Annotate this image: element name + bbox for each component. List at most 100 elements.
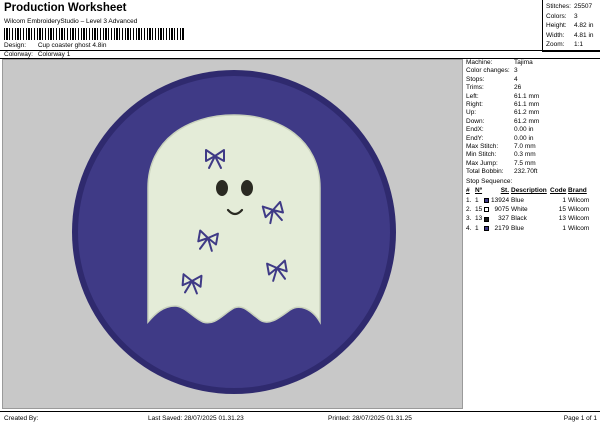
stat-value: 4.81 in [574,31,594,39]
ghost-body [147,114,321,325]
col-header-hash: # [466,187,470,195]
stat-zoom: Zoom: 1:1 [546,40,597,50]
design-line: Design: Cup coaster ghost 4.8in [4,42,106,49]
row-needle: 13 [475,215,483,223]
info-label: Stops: [466,75,485,83]
divider [0,50,600,51]
stat-label: Stitches: [546,3,571,10]
row-stitches: 327 [498,215,509,223]
col-header-code: Code [550,187,567,195]
info-row: EndX: 0.00 in [466,126,598,134]
stop-sequence-row: 4. 1 2179 Blue 1 Wilcom [466,224,598,233]
row-brand: Wilcom [568,224,590,232]
color-swatch [484,197,489,203]
row-index: 1. [466,196,472,204]
info-label: EndY: [466,134,484,142]
info-value: 26 [514,84,522,92]
info-row: Total Bobbin: 232.70ft [466,168,598,176]
colorway-value: Colorway 1 [37,51,71,58]
machine-info-panel: Machine: Tajima Color changes: 3 Stops: 4 T… [466,59,598,233]
col-header-description: Description [511,187,547,195]
info-row: Color changes: 3 [466,67,598,75]
design-label: Design: [4,42,27,49]
info-label: Total Bobbin: [466,168,504,176]
stats-box: Stitches: 25507 Colors: 3 Height: 4.82 in W… [542,0,600,52]
row-code: 1 [562,224,566,232]
row-stitches: 2179 [494,224,509,232]
row-needle: 1 [475,196,479,204]
info-label: Color changes: [466,67,510,75]
info-row: Min Stitch: 0.3 mm [466,151,598,159]
stop-sequence-row: 3. 13 327 Black 13 Wilcom [466,214,598,223]
info-row: Max Stitch: 7.0 mm [466,143,598,151]
color-swatch [484,216,489,222]
color-swatch [484,225,489,231]
row-brand: Wilcom [568,206,590,214]
stat-width: Width: 4.81 in [546,31,597,41]
color-swatch [484,207,489,213]
stop-sequence-header: # Nº St. Description Code Brand [466,186,598,195]
colorway-line: Colorway: Colorway 1 [4,51,70,58]
row-brand: Wilcom [568,215,590,223]
info-value: 0.3 mm [514,151,536,159]
info-row: Machine: Tajima [466,59,598,67]
info-value: 61.2 mm [514,117,540,125]
stat-stitches: Stitches: 25507 [546,2,597,12]
ghost-left-eye [216,180,228,196]
coaster-design [72,70,396,394]
stat-label: Colors: [546,12,567,20]
row-swatch [484,214,491,223]
info-row: Max Jump: 7.5 mm [466,160,598,168]
info-label: EndX: [466,126,484,134]
page-number: Page 1 of 1 [563,415,597,422]
info-label: Up: [466,109,477,117]
info-value: 0.00 in [514,134,534,142]
row-code: 13 [558,215,566,223]
info-row: Up: 61.2 mm [466,109,598,117]
info-label: Machine: [466,59,493,66]
info-value: 0.00 in [514,126,534,134]
row-code: 15 [558,206,566,214]
row-stitches: 9075 [494,206,509,214]
info-row: Stops: 4 [466,76,598,84]
row-index: 4. [466,224,472,232]
printed-date: Printed: 28/07/2025 01.31.25 [328,415,412,422]
stat-label: Zoom: [546,41,565,49]
created-by: Created By: [4,415,39,422]
info-label: Left: [466,92,479,100]
row-needle: 15 [475,206,483,214]
stat-label: Height: [546,22,567,30]
row-stitches: 13924 [491,196,510,204]
info-value: 3 [514,67,518,75]
col-header-brand: Brand [568,187,587,195]
row-brand: Wilcom [568,196,590,204]
row-description: Blue [511,196,525,204]
info-value: 61.1 mm [514,92,540,100]
info-value: 61.2 mm [514,109,540,117]
stat-value: 3 [574,12,578,20]
design-preview-canvas[interactable] [2,59,463,409]
row-swatch [484,224,491,233]
info-value: 7.5 mm [514,159,536,167]
footer: Created By: Last Saved: 28/07/2025 01.31… [0,411,600,424]
stop-sequence-row: 2. 15 9075 White 15 Wilcom [466,205,598,214]
row-code: 1 [562,196,566,204]
info-value: 61.1 mm [514,100,540,108]
row-index: 2. [466,206,472,214]
barcode [4,28,184,40]
info-row: Left: 61.1 mm [466,93,598,101]
info-label: Trims: [466,84,484,92]
last-saved: Last Saved: 28/07/2025 01.31.23 [148,415,244,422]
info-label: Min Stitch: [466,151,497,159]
info-row: Right: 61.1 mm [466,101,598,109]
stop-sequence-title: Stop Sequence: [466,178,513,186]
software-subtitle: Wilcom EmbroideryStudio – Level 3 Advanc… [4,18,138,25]
info-row: Trims: 26 [466,84,598,92]
info-label: Max Stitch: [466,142,499,150]
stat-value: 4.82 in [574,22,594,30]
info-row: EndY: 0.00 in [466,135,598,143]
colorway-label: Colorway: [4,51,33,58]
row-swatch [484,205,491,214]
row-needle: 1 [475,224,479,232]
design-value: Cup coaster ghost 4.8in [37,42,107,49]
